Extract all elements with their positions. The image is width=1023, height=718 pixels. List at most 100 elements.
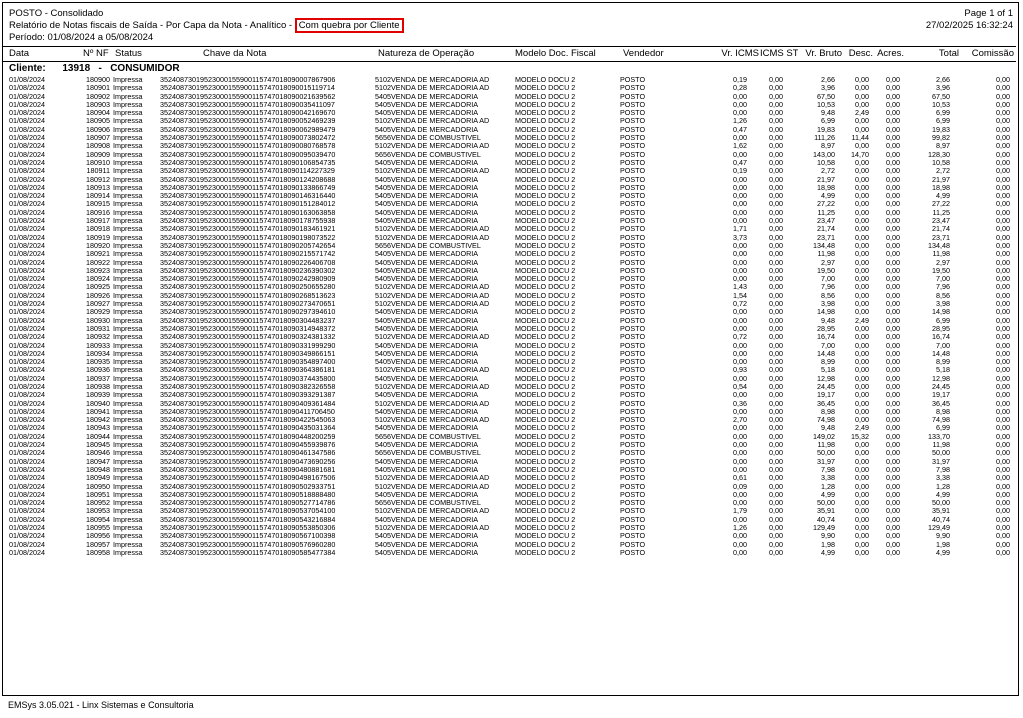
col-icms-st-cell: 0,00	[769, 233, 783, 242]
col-commission-cell: 0,00	[996, 349, 1010, 358]
col-key-cell: 3524087301952300015590011574701809034986…	[160, 349, 336, 358]
col-seller-cell: POSTO	[620, 407, 646, 416]
col-nature-cell: 5405VENDA DE MERCADORIA	[375, 490, 479, 499]
col-icms-cell: 0,47	[733, 158, 747, 167]
report-meta: Page 1 of 1 27/02/2025 16:32:24	[926, 8, 1013, 32]
col-discount-cell: 0,00	[855, 457, 869, 466]
col-total-cell: 4,99	[936, 490, 950, 499]
col-surcharge-cell: 0,00	[886, 266, 900, 275]
table-row: 01/08/2024 180936 Impressa 3524087301952300…	[3, 366, 1016, 374]
col-nature-cell: 5405VENDA DE MERCADORIA	[375, 92, 479, 101]
table-row: 01/08/2024 180942 Impressa 3524087301952300…	[3, 416, 1016, 424]
table-row: 01/08/2024 180950 Impressa 3524087301952300…	[3, 483, 1016, 491]
col-date-cell: 01/08/2024	[9, 316, 45, 325]
client-group-header: Cliente: 13918 - CONSUMIDOR	[9, 62, 180, 75]
col-surcharge-cell: 0,00	[886, 540, 900, 549]
col-surcharge-cell: 0,00	[886, 233, 900, 242]
col-date-cell: 01/08/2024	[9, 250, 45, 259]
col-nature-cell: 5656VENDA DE COMBUSTIVEL	[375, 499, 481, 508]
col-date-cell: 01/08/2024	[9, 341, 45, 350]
col-surcharge-cell: 0,00	[886, 524, 900, 533]
col-icms-cell: 0,00	[733, 449, 747, 458]
col-key-cell: 3524087301952300015590011574701809047369…	[160, 457, 336, 466]
col-nf-cell: 180929	[86, 308, 110, 317]
col-model-cell: MODELO DOCU 2	[515, 540, 576, 549]
column-header-row: Data Nº NF Status Chave da Nota Natureza de …	[3, 46, 1016, 62]
col-nf-cell: 180952	[86, 499, 110, 508]
col-surcharge-cell: 0,00	[886, 548, 900, 557]
col-commission-cell: 0,00	[996, 233, 1010, 242]
col-icms-st-cell: 0,00	[769, 424, 783, 433]
col-seller-cell: POSTO	[620, 100, 646, 109]
col-date-cell: 01/08/2024	[9, 266, 45, 275]
col-icms-st-cell: 0,00	[769, 200, 783, 209]
col-nf-cell: 180948	[86, 465, 110, 474]
col-total-cell: 16,74	[932, 333, 950, 342]
col-key-cell: 3524087301952300015590011574701809019807…	[160, 233, 336, 242]
col-status-cell: Impressa	[113, 457, 143, 466]
col-commission-cell: 0,00	[996, 109, 1010, 118]
col-seller-cell: POSTO	[620, 391, 646, 400]
col-icms-cell: 0,72	[733, 300, 747, 309]
col-commission-cell: 0,00	[996, 482, 1010, 491]
col-surcharge-cell: 0,00	[886, 490, 900, 499]
col-icms-st-cell: 0,00	[769, 300, 783, 309]
col-model-cell: MODELO DOCU 2	[515, 217, 576, 226]
col-gross-cell: 18,98	[817, 183, 835, 192]
col-nature-cell: 5405VENDA DE MERCADORIA	[375, 308, 479, 317]
col-seller-cell: POSTO	[620, 134, 646, 143]
col-status-cell: Impressa	[113, 208, 143, 217]
table-row: 01/08/2024 180920 Impressa 3524087301952300…	[3, 242, 1016, 250]
col-commission-cell: 0,00	[996, 407, 1010, 416]
col-surcharge-cell: 0,00	[886, 150, 900, 159]
table-row: 01/08/2024 180918 Impressa 3524087301952300…	[3, 225, 1016, 233]
col-nature-cell: 5102VENDA DE MERCADORIA AD	[375, 283, 490, 292]
col-surcharge-cell: 0,00	[886, 432, 900, 441]
col-nf-cell: 180922	[86, 258, 110, 267]
col-icms-cell: 0,00	[733, 391, 747, 400]
col-gross-cell: 14,98	[817, 308, 835, 317]
col-date-cell: 01/08/2024	[9, 416, 45, 425]
col-gross-cell: 67,50	[817, 92, 835, 101]
col-surcharge-cell: 0,00	[886, 499, 900, 508]
col-nf-cell: 180939	[86, 391, 110, 400]
col-discount-cell: 0,00	[855, 300, 869, 309]
col-icms-cell: 0,00	[733, 150, 747, 159]
col-discount-cell: 0,00	[855, 200, 869, 209]
table-row: 01/08/2024 180931 Impressa 3524087301952300…	[3, 325, 1016, 333]
col-surcharge-cell: 0,00	[886, 324, 900, 333]
table-row: 01/08/2024 180926 Impressa 3524087301952300…	[3, 292, 1016, 300]
col-model-cell: MODELO DOCU 2	[515, 125, 576, 134]
col-seller-cell: POSTO	[620, 217, 646, 226]
col-nature-cell: 5405VENDA DE MERCADORIA	[375, 158, 479, 167]
col-key-cell: 3524087301952300015590011574701809054321…	[160, 515, 336, 524]
col-icms-cell: 1,43	[733, 283, 747, 292]
col-key-cell: 3524087301952300015590011574701809002163…	[160, 92, 336, 101]
col-model-cell: MODELO DOCU 2	[515, 507, 576, 516]
col-surcharge-cell: 0,00	[886, 158, 900, 167]
col-nf-cell: 180944	[86, 432, 110, 441]
table-row: 01/08/2024 180916 Impressa 3524087301952300…	[3, 209, 1016, 217]
col-icms-st-cell: 0,00	[769, 399, 783, 408]
col-gross-cell: 9,48	[821, 424, 835, 433]
col-nature-cell: 5405VENDA DE MERCADORIA	[375, 515, 479, 524]
col-gross-cell: 9,48	[821, 316, 835, 325]
col-nature-cell: 5405VENDA DE MERCADORIA	[375, 125, 479, 134]
col-status-cell: Impressa	[113, 275, 143, 284]
col-total-cell: 4,99	[936, 548, 950, 557]
col-surcharge-cell: 0,00	[886, 84, 900, 93]
col-key-cell: 3524087301952300015590011574701809030448…	[160, 316, 336, 325]
col-gross-cell: 50,00	[817, 499, 835, 508]
col-seller-cell: POSTO	[620, 76, 646, 84]
table-row: 01/08/2024 180948 Impressa 3524087301952300…	[3, 466, 1016, 474]
col-nature-cell: 5405VENDA DE MERCADORIA	[375, 374, 479, 383]
col-commission-cell: 0,00	[996, 117, 1010, 126]
col-seller-cell: POSTO	[620, 283, 646, 292]
col-commission-cell: 0,00	[996, 192, 1010, 201]
col-date-cell: 01/08/2024	[9, 275, 45, 284]
col-status-cell: Impressa	[113, 183, 143, 192]
col-nf-cell: 180957	[86, 540, 110, 549]
col-total-cell: 2,66	[936, 76, 950, 84]
col-date-cell: 01/08/2024	[9, 283, 45, 292]
col-surcharge-cell: 0,00	[886, 117, 900, 126]
